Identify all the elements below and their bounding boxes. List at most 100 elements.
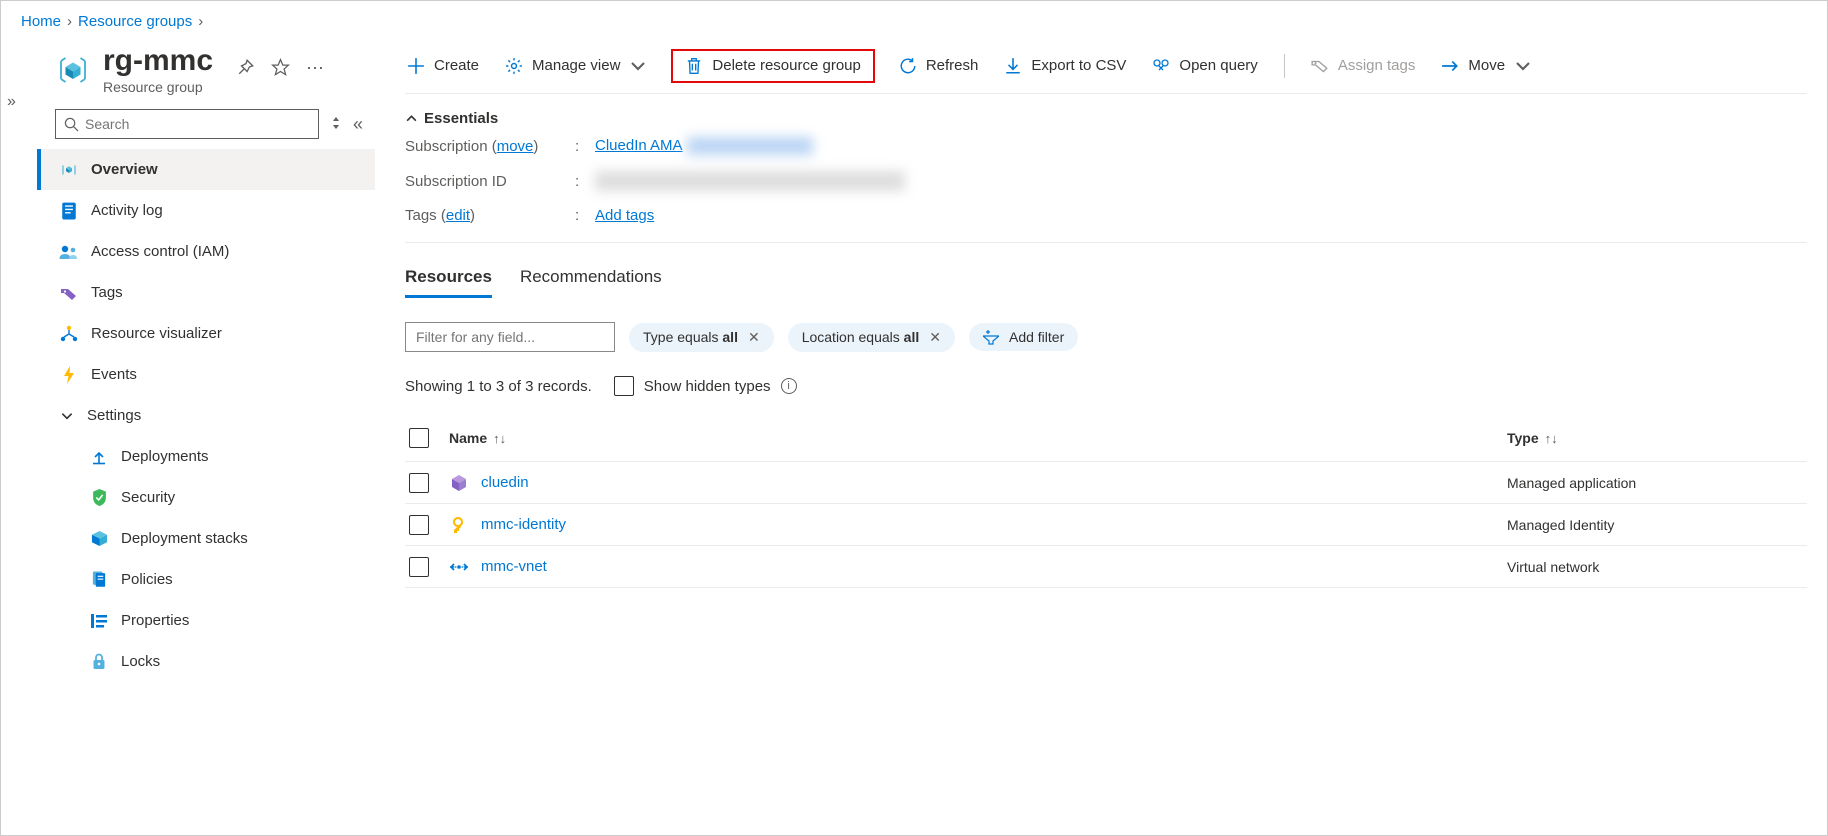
- header-actions: ⋯: [237, 58, 326, 82]
- tab-recommendations[interactable]: Recommendations: [520, 267, 662, 298]
- nav-security[interactable]: Security: [37, 477, 375, 518]
- info-icon[interactable]: i: [781, 378, 797, 394]
- deployments-icon: [89, 449, 109, 465]
- resource-header: rg-mmc Resource group ⋯: [37, 44, 375, 109]
- nav-label: Locks: [121, 653, 160, 670]
- toolbar-separator: [1284, 54, 1285, 78]
- pin-icon[interactable]: [237, 58, 255, 82]
- col-name[interactable]: Name↑↓: [449, 430, 1507, 446]
- nav-deployments[interactable]: Deployments: [37, 436, 375, 477]
- nav-overview[interactable]: Overview: [37, 149, 375, 190]
- breadcrumb-home[interactable]: Home: [21, 13, 61, 30]
- sort-toggle-icon[interactable]: [331, 115, 341, 134]
- table-header: Name↑↓ Type↑↓: [405, 414, 1807, 462]
- collapse-sidebar-icon[interactable]: «: [353, 114, 363, 135]
- row-checkbox[interactable]: [409, 515, 429, 535]
- row-checkbox[interactable]: [409, 473, 429, 493]
- properties-icon: [89, 614, 109, 628]
- plus-icon: [407, 57, 425, 75]
- nav-label: Tags: [91, 284, 123, 301]
- nav-resource-visualizer[interactable]: Resource visualizer: [37, 313, 375, 354]
- chevron-up-icon: [405, 112, 418, 125]
- show-hidden-checkbox[interactable]: [614, 376, 634, 396]
- toolbar: Create Manage view Delete resource group…: [405, 42, 1807, 94]
- nav-properties[interactable]: Properties: [37, 600, 375, 641]
- tab-resources[interactable]: Resources: [405, 267, 492, 298]
- close-icon[interactable]: ✕: [929, 329, 941, 346]
- nav-settings[interactable]: Settings: [37, 395, 375, 436]
- row-checkbox[interactable]: [409, 557, 429, 577]
- sidebar-nav: Overview Activity log Access control (IA…: [37, 149, 375, 682]
- sidebar: rg-mmc Resource group ⋯ «: [37, 40, 375, 682]
- star-icon[interactable]: [271, 58, 290, 82]
- expand-menu-icon[interactable]: »: [7, 93, 16, 111]
- move-button[interactable]: Move: [1439, 53, 1534, 79]
- resource-icon: [449, 473, 469, 493]
- move-link[interactable]: move: [497, 138, 534, 155]
- manage-view-button[interactable]: Manage view: [503, 53, 649, 79]
- search-input[interactable]: [85, 116, 310, 132]
- refresh-button[interactable]: Refresh: [897, 53, 981, 79]
- add-tags-link[interactable]: Add tags: [595, 207, 654, 224]
- select-all-checkbox[interactable]: [409, 428, 429, 448]
- access-icon: [59, 244, 79, 260]
- filter-pill-location[interactable]: Location equals all ✕: [788, 323, 955, 352]
- chevron-right-icon: ›: [198, 13, 203, 30]
- arrow-right-icon: [1441, 57, 1459, 75]
- nav-activity-log[interactable]: Activity log: [37, 190, 375, 231]
- download-icon: [1004, 57, 1022, 75]
- events-icon: [59, 366, 79, 384]
- nav-policies[interactable]: Policies: [37, 559, 375, 600]
- filter-plus-icon: [983, 329, 999, 345]
- nav-access-control[interactable]: Access control (IAM): [37, 231, 375, 272]
- chevron-down-icon: [629, 57, 647, 75]
- add-filter-button[interactable]: Add filter: [969, 323, 1078, 351]
- resource-link[interactable]: mmc-vnet: [481, 558, 547, 575]
- redacted-content: [687, 137, 813, 155]
- nav-deployment-stacks[interactable]: Deployment stacks: [37, 518, 375, 559]
- breadcrumb-rg[interactable]: Resource groups: [78, 13, 192, 30]
- create-button[interactable]: Create: [405, 53, 481, 79]
- resource-type: Managed Identity: [1507, 517, 1807, 533]
- table-row[interactable]: mmc-vnetVirtual network: [405, 546, 1807, 588]
- nav-tags[interactable]: Tags: [37, 272, 375, 313]
- gear-icon: [505, 57, 523, 75]
- resource-icon: [449, 557, 469, 577]
- chevron-right-icon: ›: [67, 13, 72, 30]
- nav-locks[interactable]: Locks: [37, 641, 375, 682]
- table-row[interactable]: cluedinManaged application: [405, 462, 1807, 504]
- tabs: Resources Recommendations: [405, 243, 1807, 308]
- filter-bar: Type equals all ✕ Location equals all ✕ …: [405, 308, 1807, 362]
- table-row[interactable]: mmc-identity Managed Identity: [405, 504, 1807, 546]
- col-type[interactable]: Type↑↓: [1507, 430, 1807, 446]
- open-query-button[interactable]: Open query: [1150, 53, 1259, 79]
- resource-link[interactable]: mmc-identity: [481, 516, 566, 533]
- overview-icon: [59, 161, 79, 179]
- page-title: rg-mmc: [103, 44, 213, 77]
- resource-group-icon: [55, 52, 91, 88]
- subscription-id-label: Subscription ID: [405, 173, 575, 190]
- more-icon[interactable]: ⋯: [306, 58, 326, 82]
- refresh-icon: [899, 57, 917, 75]
- nav-events[interactable]: Events: [37, 354, 375, 395]
- resource-link[interactable]: cluedin: [481, 474, 529, 491]
- filter-input[interactable]: [405, 322, 615, 352]
- nav-label: Deployment stacks: [121, 530, 248, 547]
- records-status-row: Showing 1 to 3 of 3 records. Show hidden…: [405, 362, 1807, 414]
- redacted-content: [595, 171, 905, 191]
- close-icon[interactable]: ✕: [748, 329, 760, 346]
- records-status: Showing 1 to 3 of 3 records.: [405, 378, 592, 395]
- nav-label: Events: [91, 366, 137, 383]
- nav-label: Access control (IAM): [91, 243, 229, 260]
- filter-pill-type[interactable]: Type equals all ✕: [629, 323, 774, 352]
- export-csv-button[interactable]: Export to CSV: [1002, 53, 1128, 79]
- nav-label: Settings: [87, 407, 141, 424]
- nav-label: Overview: [91, 161, 158, 178]
- subscription-link[interactable]: CluedIn AMA: [595, 137, 683, 154]
- edit-tags-link[interactable]: edit: [446, 207, 470, 224]
- essentials-toggle[interactable]: Essentials: [405, 94, 1807, 137]
- delete-resource-group-button[interactable]: Delete resource group: [671, 49, 874, 83]
- policies-icon: [89, 571, 109, 588]
- subscription-id-value: [595, 171, 1807, 191]
- sidebar-search[interactable]: [55, 109, 319, 139]
